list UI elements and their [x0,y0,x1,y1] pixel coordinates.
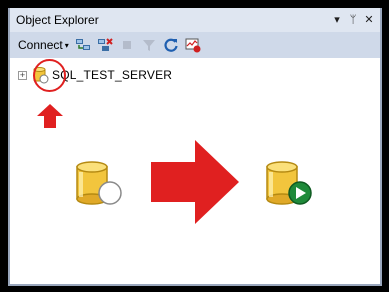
auto-hide-pin-icon[interactable]: ᛘ [346,12,360,28]
up-arrow-annotation [37,104,63,128]
right-arrow-annotation [151,140,239,224]
connect-button[interactable]: Connect ▾ [18,38,69,52]
expand-toggle[interactable]: + [18,70,27,80]
stop-icon[interactable] [119,37,135,53]
close-icon[interactable]: ✕ [362,12,376,28]
refresh-icon[interactable] [163,37,179,53]
panel-toolbar: Connect ▾ [10,32,380,58]
server-running-large-icon [266,161,312,205]
disconnect-icon[interactable] [97,37,113,53]
connect-label: Connect [18,38,63,52]
connect-object-explorer-icon[interactable] [75,37,91,53]
panel-titlebar: Object Explorer ▾ ᛘ ✕ [10,8,380,32]
chevron-down-icon[interactable]: ▾ [65,41,69,50]
panel-title: Object Explorer [16,13,99,27]
filter-icon[interactable] [141,37,157,53]
server-stopped-large-icon [76,161,122,205]
highlight-circle [33,59,66,92]
activity-monitor-icon[interactable] [185,37,201,53]
server-name: SQL_TEST_SERVER [52,68,173,82]
window-position-dropdown[interactable]: ▾ [330,12,344,28]
